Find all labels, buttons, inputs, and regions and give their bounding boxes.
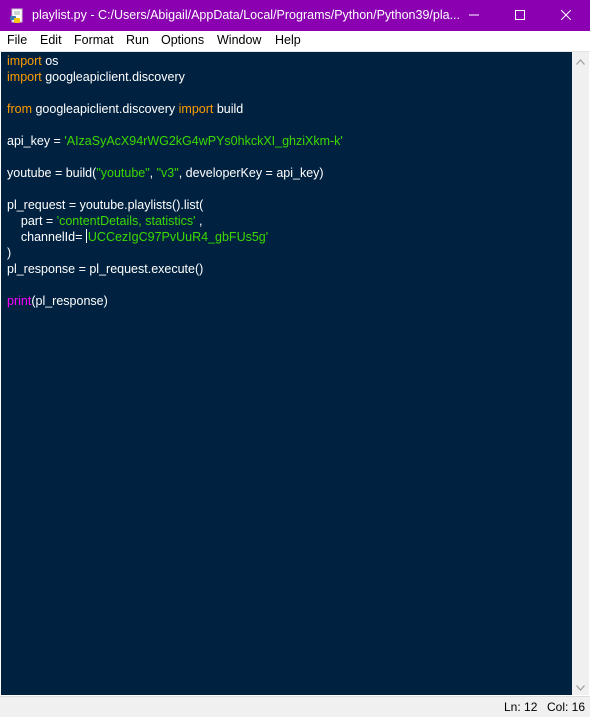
- code-editor[interactable]: import os import googleapiclient.discove…: [1, 52, 572, 695]
- minimize-button[interactable]: [451, 0, 497, 31]
- code-line-6: api_key = 'AIzaSyAcX94rWG2kG4wPYs0hkckXI…: [7, 133, 343, 149]
- minimize-icon: [469, 7, 479, 25]
- python-idle-icon[interactable]: [9, 8, 25, 24]
- text-cursor: [85, 229, 87, 243]
- code-line-13: ): [7, 245, 11, 261]
- code-token: googleapiclient.discovery: [41, 70, 185, 84]
- menu-options[interactable]: Options: [161, 33, 204, 47]
- keyword-token: import: [7, 70, 42, 84]
- title-bar: playlist.py - C:/Users/Abigail/AppData/L…: [0, 0, 590, 31]
- code-line-1: import os: [7, 53, 58, 69]
- menu-file[interactable]: File: [7, 33, 27, 47]
- keyword-token: from: [7, 102, 32, 116]
- code-token: part =: [7, 214, 57, 228]
- string-token: "v3": [156, 166, 179, 180]
- code-token: ,: [149, 166, 157, 180]
- status-line: Ln: 12: [504, 700, 538, 714]
- code-token: os: [41, 54, 59, 68]
- maximize-icon: [515, 7, 525, 25]
- menu-run[interactable]: Run: [126, 33, 149, 47]
- status-bar: Ln: 12 Col: 16: [0, 696, 590, 717]
- menu-help[interactable]: Help: [275, 33, 301, 47]
- menu-bar: File Edit Format Run Options Window Help: [0, 31, 590, 52]
- string-token: UCCezIgC97PvUuR4_gbFUs5g': [87, 230, 269, 244]
- code-line-2: import googleapiclient.discovery: [7, 69, 185, 85]
- menu-window[interactable]: Window: [217, 33, 261, 47]
- code-line-11: part = 'contentDetails, statistics' ,: [7, 213, 203, 229]
- chevron-up-icon: [576, 52, 585, 70]
- code-token: ): [7, 246, 12, 260]
- chevron-down-icon: [576, 678, 585, 696]
- close-button[interactable]: [543, 0, 589, 31]
- menu-edit[interactable]: Edit: [40, 33, 62, 47]
- code-line-12: channelId= UCCezIgC97PvUuR4_gbFUs5g': [7, 229, 268, 245]
- close-icon: [560, 7, 572, 25]
- string-token: 'contentDetails, statistics': [56, 214, 196, 228]
- code-token: api_key =: [7, 134, 65, 148]
- keyword-token: import: [7, 54, 42, 68]
- code-line-10: pl_request = youtube.playlists().list(: [7, 197, 203, 213]
- code-token: ,: [195, 214, 203, 228]
- code-token: pl_response = pl_request.execute(): [7, 262, 204, 276]
- code-line-16: print(pl_response): [7, 293, 108, 309]
- code-token: youtube = build(: [7, 166, 97, 180]
- scroll-up-button[interactable]: [572, 52, 589, 69]
- keyword-token: import: [178, 102, 214, 116]
- code-line-14: pl_response = pl_request.execute(): [7, 261, 203, 277]
- status-column: Col: 16: [547, 700, 586, 714]
- string-token: "youtube": [96, 166, 150, 180]
- maximize-button[interactable]: [497, 0, 543, 31]
- code-token: googleapiclient.discovery: [32, 102, 179, 116]
- vertical-scrollbar[interactable]: [572, 52, 589, 695]
- menu-format[interactable]: Format: [74, 33, 114, 47]
- code-token: build: [213, 102, 244, 116]
- code-token: (pl_response): [31, 294, 108, 308]
- code-line-4: from googleapiclient.discovery import bu…: [7, 101, 243, 117]
- builtin-token: print: [7, 294, 32, 308]
- code-token: , developerKey = api_key): [178, 166, 324, 180]
- scroll-down-button[interactable]: [572, 678, 589, 695]
- code-line-8: youtube = build("youtube", "v3", develop…: [7, 165, 324, 181]
- window-title: playlist.py - C:/Users/Abigail/AppData/L…: [32, 8, 460, 22]
- code-token: pl_request = youtube.playlists().list(: [7, 198, 204, 212]
- code-token: channelId=: [7, 230, 86, 244]
- string-token: 'AIzaSyAcX94rWG2kG4wPYs0hkckXI_ghziXkm-k…: [64, 134, 343, 148]
